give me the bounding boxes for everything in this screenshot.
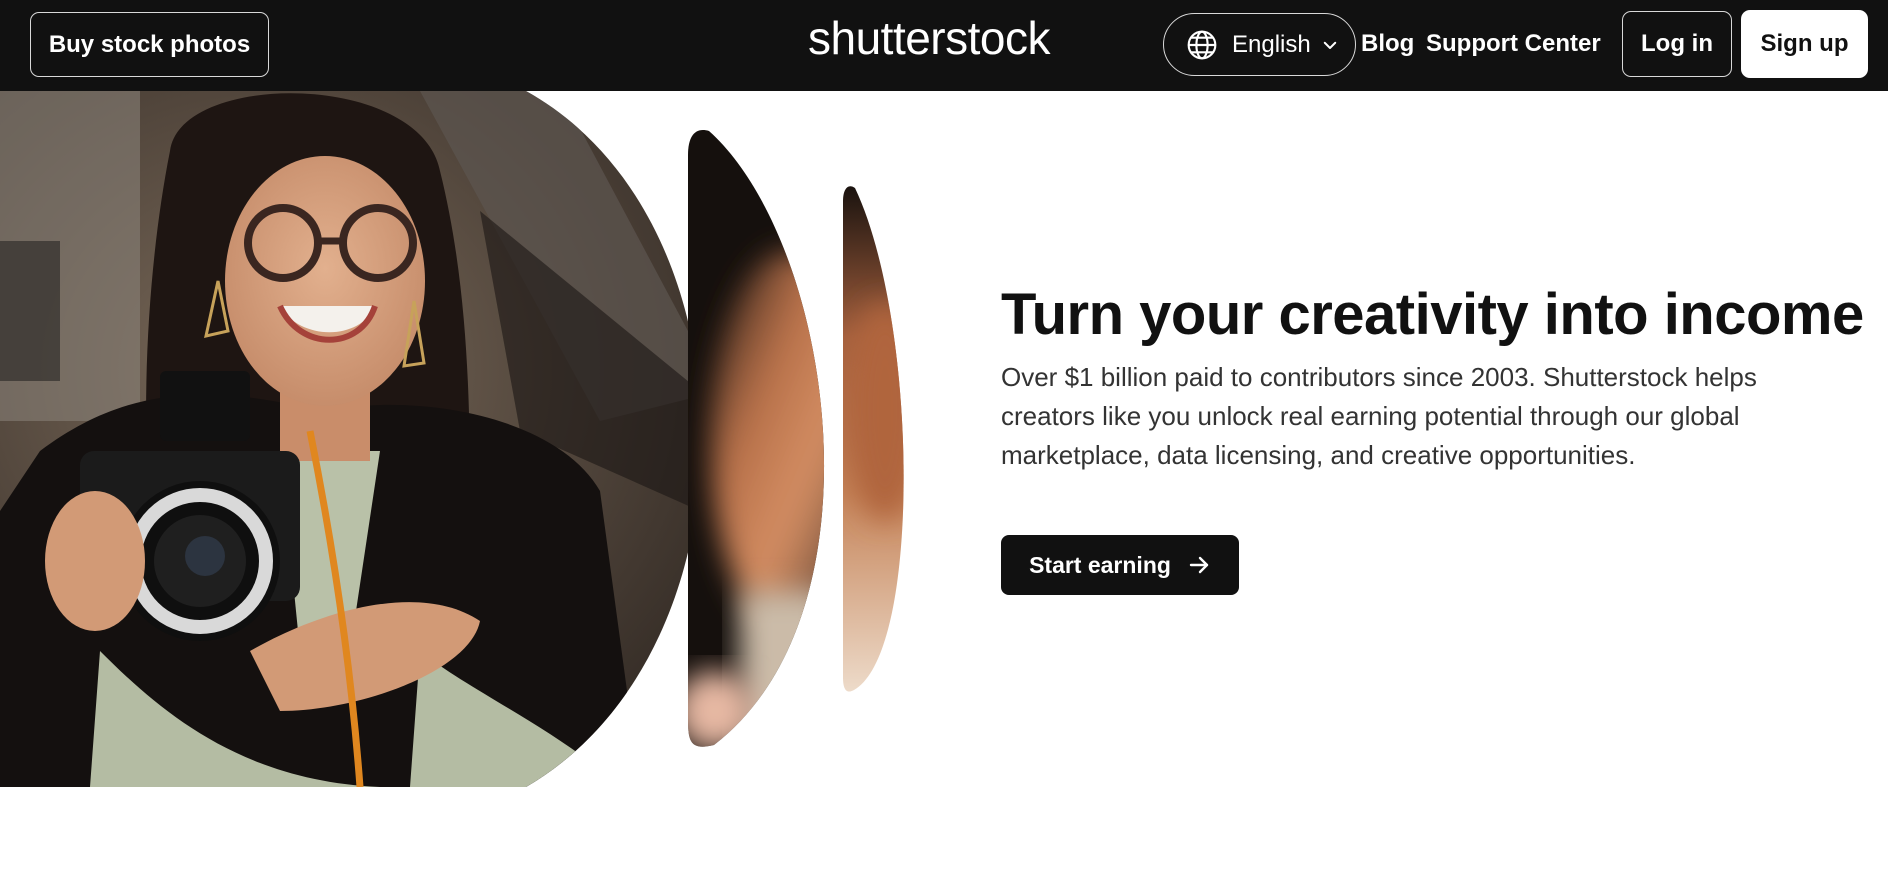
blurred-portrait-strip xyxy=(843,186,904,692)
hero-headline: Turn your creativity into income xyxy=(1001,282,1864,347)
hero-subcopy: Over $1 billion paid to contributors sin… xyxy=(1001,362,1757,470)
buy-stock-photos-button[interactable]: Buy stock photos xyxy=(30,12,269,77)
photographer-photo xyxy=(0,91,702,787)
start-earning-label: Start earning xyxy=(1029,551,1171,578)
language-label: English xyxy=(1232,30,1311,58)
start-earning-button[interactable]: Start earning xyxy=(1001,535,1239,595)
sign-up-button[interactable]: Sign up xyxy=(1741,10,1868,78)
nav-link-blog[interactable]: Blog xyxy=(1361,24,1414,64)
arrow-right-icon xyxy=(1189,556,1209,574)
chevron-down-icon xyxy=(1323,41,1336,49)
log-in-button[interactable]: Log in xyxy=(1622,11,1732,77)
globe-icon xyxy=(1187,30,1217,59)
hero-image-collage xyxy=(0,91,904,787)
logo-wordmark: shutterstock xyxy=(808,12,1051,64)
shutterstock-logo[interactable]: shutterstock xyxy=(808,8,1051,68)
top-navigation-bar: Buy stock photos shutterstock English Bl… xyxy=(0,0,1888,91)
language-selector[interactable]: English xyxy=(1163,13,1356,76)
nav-link-support-center[interactable]: Support Center xyxy=(1426,24,1601,64)
